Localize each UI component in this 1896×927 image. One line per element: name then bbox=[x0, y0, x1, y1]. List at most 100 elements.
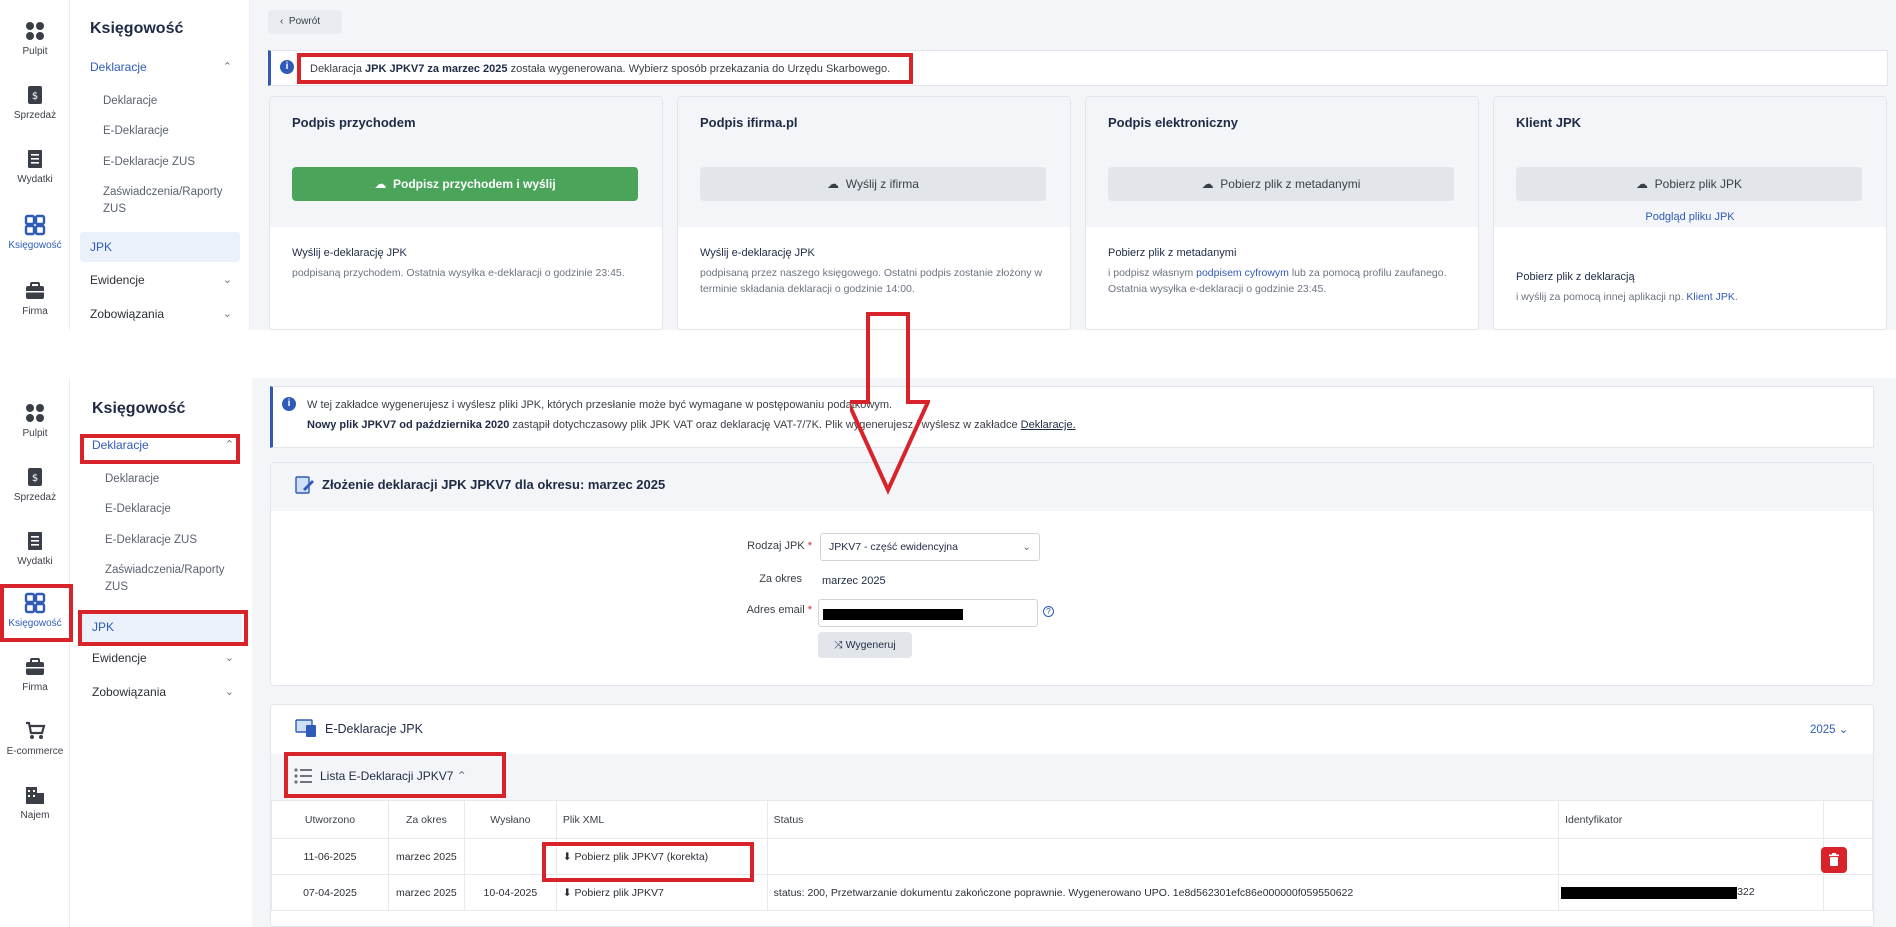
period-cell: marzec 2025 bbox=[387, 838, 465, 875]
svg-text:$: $ bbox=[32, 473, 38, 484]
rail-item-firma[interactable]: Firma bbox=[0, 280, 70, 317]
down-arrow-overlay bbox=[850, 312, 930, 495]
rail-item-wydatki[interactable]: Wydatki bbox=[0, 148, 70, 185]
sidebar-group-deklaracje[interactable]: Deklaracje ⌃ bbox=[90, 60, 240, 74]
button-label: Pobierz plik JPK bbox=[1654, 177, 1743, 191]
id-cell bbox=[1558, 838, 1824, 875]
cloud-download-icon: ☁ bbox=[1635, 177, 1648, 191]
send-from-ifirma-button[interactable]: ☁ Wyślij z ifirma bbox=[700, 167, 1046, 201]
delete-button[interactable] bbox=[1821, 847, 1847, 873]
period-cell: marzec 2025 bbox=[387, 874, 465, 911]
chevron-down-icon: ⌄ bbox=[222, 274, 232, 286]
card-description: podpisaną przychodem. Ostatnia wysyłka e… bbox=[292, 267, 625, 279]
dashboard-icon bbox=[26, 404, 44, 422]
highlight-box-info bbox=[297, 53, 913, 84]
sidebar-item-e-deklaracje-zus[interactable]: E-Deklaracje ZUS bbox=[103, 154, 243, 171]
sign-and-send-button[interactable]: ☁ Podpisz przychodem i wyślij bbox=[292, 167, 638, 201]
generate-button[interactable]: ⤨ Wygeneruj bbox=[818, 632, 912, 658]
id-suffix: 322 bbox=[1737, 886, 1755, 899]
column-header: Za okres bbox=[387, 800, 465, 839]
download-circle-icon: ⬇ bbox=[562, 886, 572, 899]
sidebar-item-e-deklaracje[interactable]: E-Deklaracje bbox=[105, 501, 245, 518]
button-label: Wyślij z ifirma bbox=[845, 177, 919, 191]
edit-document-icon bbox=[295, 476, 314, 494]
rail-item-firma[interactable]: Firma bbox=[0, 656, 70, 693]
rail-label: Księgowość bbox=[8, 240, 62, 251]
svg-text:$: $ bbox=[32, 91, 38, 102]
card-description: podpisaną przez naszego księgowego. Osta… bbox=[700, 267, 1043, 295]
deklaracje-link[interactable]: Deklaracje. bbox=[1021, 419, 1076, 431]
column-header: Identyfikator bbox=[1558, 800, 1824, 839]
sidebar-item-e-deklaracje-zus[interactable]: E-Deklaracje ZUS bbox=[105, 532, 245, 549]
bottom-icon-rail: Pulpit $ Sprzedaż Wydatki Księgowość Fir… bbox=[0, 378, 70, 927]
help-icon[interactable]: ? bbox=[1043, 606, 1054, 617]
card-podpis-ifirma: Podpis ifirma.pl ☁ Wyślij z ifirma Wyśli… bbox=[677, 96, 1071, 330]
card-body-title: Pobierz plik z deklaracją bbox=[1516, 271, 1635, 283]
sidebar-group-label: Zobowiązania bbox=[92, 685, 167, 699]
download-xml-link[interactable]: Pobierz plik JPKV7 bbox=[575, 887, 664, 899]
rodzaj-label: Rodzaj JPK * bbox=[692, 540, 812, 552]
highlight-box-ksiegowosc bbox=[0, 584, 73, 642]
rail-label: Firma bbox=[22, 682, 48, 693]
rail-item-pulpit[interactable]: Pulpit bbox=[0, 402, 70, 439]
rail-label: Sprzedaż bbox=[13, 492, 57, 503]
rodzaj-jpk-select[interactable]: JPKV7 - część ewidencyjna ⌄ bbox=[820, 533, 1040, 561]
back-button-label: Powrót bbox=[288, 16, 321, 27]
rail-label: Wydatki bbox=[17, 556, 53, 567]
dashboard-icon bbox=[26, 22, 44, 40]
sidebar-item-zaswiadczenia[interactable]: Zaświadczenia/Raporty ZUS bbox=[103, 184, 243, 218]
sidebar-title: Księgowość bbox=[90, 20, 184, 37]
download-jpk-button[interactable]: ☁ Pobierz plik JPK bbox=[1516, 167, 1862, 201]
redacted-email bbox=[823, 609, 963, 620]
cloud-upload-icon: ☁ bbox=[374, 177, 387, 191]
klient-jpk-link[interactable]: Klient JPK bbox=[1686, 291, 1734, 303]
info-bold: Nowy plik JPKV7 od października 2020 bbox=[307, 419, 510, 431]
card-title: Klient JPK bbox=[1516, 115, 1582, 130]
rail-label: E-commerce bbox=[6, 746, 64, 757]
rail-item-pulpit[interactable]: Pulpit bbox=[0, 20, 70, 57]
email-input[interactable] bbox=[818, 599, 1038, 627]
rail-item-sprzedaz[interactable]: $ Sprzedaż bbox=[0, 466, 70, 503]
highlight-box-deklaracje bbox=[80, 434, 240, 464]
label-text: Rodzaj JPK bbox=[747, 540, 805, 552]
preview-jpk-link[interactable]: Podgląd pliku JPK bbox=[1494, 211, 1886, 223]
shuffle-icon: ⤨ bbox=[834, 639, 843, 651]
rail-item-najem[interactable]: Najem bbox=[0, 784, 70, 821]
sidebar-item-deklaracje[interactable]: Deklaracje bbox=[105, 471, 245, 488]
digital-signature-link[interactable]: podpisem cyfrowym bbox=[1196, 267, 1289, 279]
sidebar-group-zobowiazania[interactable]: Zobowiązania ⌄ bbox=[92, 685, 242, 699]
rail-item-ecommerce[interactable]: E-commerce bbox=[0, 720, 70, 757]
back-button[interactable]: ‹ Powrót bbox=[268, 10, 342, 34]
card-title: Podpis ifirma.pl bbox=[700, 115, 798, 130]
sidebar-group-zobowiazania[interactable]: Zobowiązania ⌄ bbox=[90, 307, 240, 321]
top-sidebar: Księgowość Deklaracje ⌃ Deklaracje E-Dekl… bbox=[70, 0, 250, 330]
sidebar-item-zaswiadczenia[interactable]: Zaświadczenia/Raporty ZUS bbox=[105, 562, 245, 596]
status-cell bbox=[766, 838, 1560, 875]
rail-item-wydatki[interactable]: Wydatki bbox=[0, 530, 70, 567]
desc-text: i wyślij za pomocą innej aplikacji np. bbox=[1516, 291, 1687, 303]
sidebar-item-e-deklaracje[interactable]: E-Deklaracje bbox=[103, 123, 243, 140]
sidebar-item-jpk[interactable]: JPK bbox=[80, 232, 240, 262]
sidebar-group-label: Ewidencje bbox=[92, 651, 147, 665]
expenses-receipt-icon bbox=[28, 532, 42, 550]
required-marker: * bbox=[807, 604, 812, 616]
jpk-info-bar bbox=[270, 386, 1874, 448]
info-line-2: Nowy plik JPKV7 od października 2020 zas… bbox=[307, 419, 1076, 431]
download-metadata-button[interactable]: ☁ Pobierz plik z metadanymi bbox=[1108, 167, 1454, 201]
table-row: 07-04-2025 marzec 2025 10-04-2025 ⬇ Pobi… bbox=[271, 874, 1874, 911]
sidebar-group-ewidencje[interactable]: Ewidencje ⌄ bbox=[92, 651, 242, 665]
form-title: Złożenie deklaracji JPK JPKV7 dla okresu… bbox=[322, 477, 666, 492]
rail-item-ksiegowosc[interactable]: Księgowość bbox=[0, 214, 70, 251]
year-select[interactable]: 2025 ⌄ bbox=[1810, 722, 1848, 736]
rail-item-sprzedaz[interactable]: $ Sprzedaż bbox=[0, 84, 70, 121]
sidebar-item-deklaracje[interactable]: Deklaracje bbox=[103, 93, 243, 110]
chevron-down-icon: ⌄ bbox=[224, 686, 234, 698]
desc-text: i podpisz własnym bbox=[1108, 267, 1197, 279]
trash-icon bbox=[1829, 853, 1839, 866]
expenses-receipt-icon bbox=[28, 150, 42, 168]
briefcase-icon bbox=[26, 282, 44, 299]
card-body-title: Pobierz plik z metadanymi bbox=[1108, 247, 1237, 259]
required-marker: * bbox=[807, 540, 812, 552]
sidebar-group-ewidencje[interactable]: Ewidencje ⌄ bbox=[90, 273, 240, 287]
chevron-down-icon: ⌄ bbox=[222, 308, 232, 320]
